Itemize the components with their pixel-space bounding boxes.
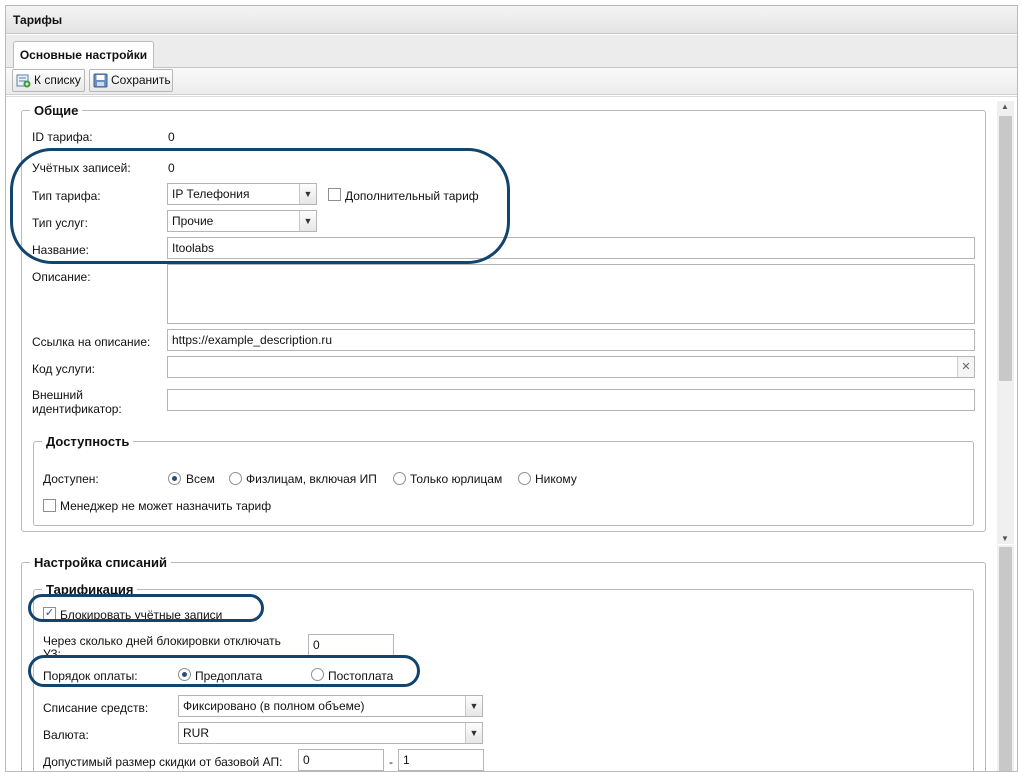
tarification-legend: Тарификация	[46, 582, 134, 597]
description-link-field[interactable]: https://example_description.ru	[167, 329, 975, 351]
accounts-count-label: Учётных записей:	[32, 161, 131, 175]
service-type-value: Прочие	[172, 214, 214, 228]
radio-available-individuals[interactable]	[229, 472, 242, 485]
name-label: Название:	[32, 243, 89, 257]
description-link-label: Ссылка на описание:	[32, 335, 151, 349]
window-titlebar: Тарифы	[6, 6, 1017, 34]
back-to-list-label: К списку	[34, 73, 81, 87]
write-off-select[interactable]: Фиксировано (в полном объеме) ▼	[178, 695, 483, 717]
block-days-label-line2: УЗ:	[43, 647, 61, 661]
radio-available-all[interactable]	[168, 472, 181, 485]
radio-available-nobody[interactable]	[518, 472, 531, 485]
write-off-label: Списание средств:	[43, 701, 149, 715]
radio-available-legal-label: Только юрлицам	[410, 472, 503, 486]
description-label: Описание:	[32, 270, 91, 284]
available-label: Доступен:	[43, 472, 99, 486]
tariff-id-label: ID тарифа:	[32, 130, 93, 144]
toolbar: К списку Сохранить	[6, 68, 1017, 95]
external-id-label-line1: Внешний	[32, 388, 83, 402]
availability-legend: Доступность	[46, 434, 130, 449]
radio-prepayment-label: Предоплата	[195, 669, 263, 683]
tab-strip: Основные настройки	[6, 35, 1017, 69]
block-days-label-line1: Через сколько дней блокировки отключать	[43, 634, 281, 648]
tariff-type-select[interactable]: IP Телефония ▼	[167, 183, 317, 205]
service-code-field[interactable]: ✕	[167, 356, 975, 378]
radio-prepayment[interactable]	[178, 668, 191, 681]
radio-postpayment-label: Постоплата	[328, 669, 394, 683]
manager-cannot-assign-checkbox[interactable]	[43, 499, 56, 512]
service-type-select[interactable]: Прочие ▼	[167, 210, 317, 232]
scrollbar-upper[interactable]: ▲ ▼	[997, 101, 1014, 544]
radio-postpayment[interactable]	[311, 668, 324, 681]
manager-cannot-assign-label: Менеджер не может назначить тариф	[60, 499, 272, 513]
radio-available-all-label: Всем	[186, 472, 215, 486]
clear-icon[interactable]: ✕	[957, 357, 974, 377]
discount-from-field[interactable]: 0	[298, 749, 384, 771]
service-code-label: Код услуги:	[32, 362, 96, 376]
block-accounts-label: Блокировать учётные записи	[60, 608, 223, 622]
block-days-field[interactable]: 0	[308, 634, 394, 656]
radio-available-legal[interactable]	[393, 472, 406, 485]
tariffs-window: Тарифы Основные настройки К списку Сохра…	[5, 5, 1018, 772]
name-field[interactable]: Itoolabs	[167, 237, 975, 259]
scrollbar-lower-thumb[interactable]	[999, 547, 1012, 771]
scroll-up-icon[interactable]: ▲	[1001, 102, 1009, 111]
payment-order-label: Порядок оплаты:	[43, 669, 138, 683]
additional-tariff-checkbox[interactable]	[328, 188, 341, 201]
save-icon	[93, 73, 108, 88]
description-field[interactable]	[167, 264, 975, 324]
charges-legend: Настройка списаний	[34, 555, 167, 570]
radio-available-individuals-label: Физлицам, включая ИП	[246, 472, 377, 486]
discount-separator: -	[389, 755, 393, 769]
chevron-down-icon[interactable]: ▼	[465, 723, 482, 743]
write-off-value: Фиксировано (в полном объеме)	[183, 699, 365, 713]
scroll-down-icon[interactable]: ▼	[1001, 534, 1009, 543]
scrollbar-upper-thumb[interactable]	[999, 116, 1012, 381]
chevron-down-icon[interactable]: ▼	[299, 184, 316, 204]
currency-select[interactable]: RUR ▼	[178, 722, 483, 744]
general-legend: Общие	[34, 103, 79, 118]
currency-value: RUR	[183, 726, 209, 740]
additional-tariff-label: Дополнительный тариф	[345, 189, 479, 203]
form-content: Общие ID тарифа: 0 Учётных записей: 0 Ти…	[6, 96, 1017, 771]
external-id-label-line2: идентификатор:	[32, 402, 122, 416]
discount-to-field[interactable]: 1	[398, 749, 484, 771]
tab-main-settings[interactable]: Основные настройки	[13, 41, 154, 69]
chevron-down-icon[interactable]: ▼	[299, 211, 316, 231]
chevron-down-icon[interactable]: ▼	[465, 696, 482, 716]
window-title: Тарифы	[13, 13, 63, 27]
currency-label: Валюта:	[43, 728, 89, 742]
service-type-label: Тип услуг:	[32, 216, 88, 230]
save-button[interactable]: Сохранить	[89, 69, 173, 92]
list-back-icon	[16, 74, 31, 88]
accounts-count-value: 0	[168, 161, 175, 175]
save-label: Сохранить	[111, 73, 171, 87]
scrollbar-lower[interactable]	[997, 545, 1014, 771]
discount-label: Допустимый размер скидки от базовой АП:	[43, 755, 283, 769]
tariff-type-label: Тип тарифа:	[32, 189, 101, 203]
back-to-list-button[interactable]: К списку	[12, 69, 85, 92]
block-accounts-checkbox[interactable]: ✓	[43, 607, 56, 620]
tariff-type-value: IP Телефония	[172, 187, 250, 201]
radio-available-nobody-label: Никому	[535, 472, 577, 486]
tariff-id-value: 0	[168, 130, 175, 144]
external-id-field[interactable]	[167, 389, 975, 411]
